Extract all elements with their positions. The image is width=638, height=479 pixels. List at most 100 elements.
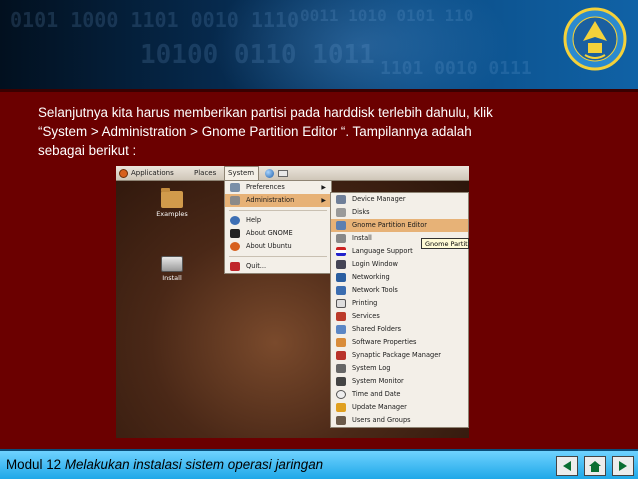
admin-item-device-manager[interactable]: Device Manager bbox=[331, 193, 468, 206]
menu-item-label: Preferences bbox=[246, 183, 285, 191]
instruction-paragraph: Selanjutnya kita harus memberikan partis… bbox=[38, 103, 598, 160]
login-window-icon bbox=[336, 260, 346, 269]
menu-item-label: Login Window bbox=[352, 260, 398, 268]
admin-item-networking[interactable]: Networking bbox=[331, 271, 468, 284]
binary-decoration: 0101 1000 1101 0010 1110 bbox=[10, 8, 299, 32]
binary-decoration: 10100 0110 1011 bbox=[140, 40, 375, 70]
admin-item-system-monitor[interactable]: System Monitor bbox=[331, 375, 468, 388]
system-monitor-icon bbox=[336, 377, 346, 386]
networking-icon bbox=[336, 273, 346, 282]
menu-item-label: About GNOME bbox=[246, 229, 293, 237]
desktop-icon-install[interactable]: Install bbox=[152, 256, 192, 282]
users-icon bbox=[336, 416, 346, 425]
menu-item-label: Gnome Partition Editor bbox=[352, 221, 427, 229]
admin-item-software-properties[interactable]: Software Properties bbox=[331, 336, 468, 349]
menu-item-label: Services bbox=[352, 312, 380, 320]
home-slide-button[interactable] bbox=[584, 456, 606, 476]
admin-item-synaptic[interactable]: Synaptic Package Manager bbox=[331, 349, 468, 362]
admin-item-services[interactable]: Services bbox=[331, 310, 468, 323]
desktop-icon-label: Install bbox=[162, 274, 182, 282]
header-banner: 0101 1000 1101 0010 1110 10100 0110 1011… bbox=[0, 0, 638, 92]
footer-bar: Modul 12 Melakukan instalasi sistem oper… bbox=[0, 449, 638, 479]
admin-item-time-and-date[interactable]: Time and Date bbox=[331, 388, 468, 401]
menu-item-label: Help bbox=[246, 216, 262, 224]
menu-item-help[interactable]: Help bbox=[225, 214, 331, 227]
menu-item-about-ubuntu[interactable]: About Ubuntu bbox=[225, 240, 331, 253]
admin-item-network-tools[interactable]: Network Tools bbox=[331, 284, 468, 297]
administration-submenu: Device Manager Disks Gnome Partition Edi… bbox=[330, 192, 469, 428]
menu-item-label: Install bbox=[352, 234, 372, 242]
gnome-icon bbox=[230, 229, 240, 238]
folder-icon bbox=[161, 188, 183, 208]
menu-item-label: Time and Date bbox=[352, 390, 401, 398]
update-manager-icon bbox=[336, 403, 346, 412]
menu-item-label: Synaptic Package Manager bbox=[352, 351, 441, 359]
ubuntu-logo-icon bbox=[119, 169, 128, 178]
previous-slide-button[interactable] bbox=[556, 456, 578, 476]
device-manager-icon bbox=[336, 195, 346, 204]
tut-wuri-handayani-logo bbox=[563, 7, 627, 71]
binary-decoration: 0011 1010 0101 110 bbox=[300, 6, 474, 25]
applications-menu[interactable]: Applications bbox=[131, 169, 174, 178]
tooltip-partition-editor: Gnome Partiti bbox=[421, 238, 469, 249]
banner-stripe bbox=[0, 89, 638, 92]
software-properties-icon bbox=[336, 338, 346, 347]
menu-item-quit[interactable]: Quit... bbox=[225, 260, 331, 273]
install-icon bbox=[336, 234, 346, 243]
menu-item-administration[interactable]: Administration ▶ bbox=[225, 194, 331, 207]
mail-icon[interactable] bbox=[278, 170, 288, 177]
arrow-left-icon bbox=[563, 461, 571, 471]
menu-item-label: About Ubuntu bbox=[246, 242, 292, 250]
disks-icon bbox=[336, 208, 346, 217]
synaptic-icon bbox=[336, 351, 346, 360]
places-menu[interactable]: Places bbox=[194, 169, 216, 178]
partition-editor-icon bbox=[336, 221, 346, 230]
desktop-icon-label: Examples bbox=[156, 210, 188, 218]
next-slide-button[interactable] bbox=[612, 456, 634, 476]
quit-icon bbox=[230, 262, 240, 271]
menu-separator bbox=[229, 256, 327, 257]
module-title: Modul 12 Melakukan instalasi sistem oper… bbox=[6, 457, 323, 472]
clock-icon bbox=[336, 390, 346, 399]
menu-item-label: Update Manager bbox=[352, 403, 407, 411]
instruction-line: “System > Administration > Gnome Partiti… bbox=[38, 124, 472, 139]
admin-item-users-and-groups[interactable]: Users and Groups bbox=[331, 414, 468, 427]
menu-item-label: Shared Folders bbox=[352, 325, 402, 333]
menu-item-label: Printing bbox=[352, 299, 378, 307]
menu-item-preferences[interactable]: Preferences ▶ bbox=[225, 181, 331, 194]
admin-item-gnome-partition-editor[interactable]: Gnome Partition Editor bbox=[331, 219, 468, 232]
menu-item-label: Network Tools bbox=[352, 286, 398, 294]
instruction-line: sebagai berikut : bbox=[38, 143, 137, 158]
menu-item-label: Users and Groups bbox=[352, 416, 411, 424]
network-tools-icon bbox=[336, 286, 346, 295]
system-dropdown-menu: Preferences ▶ Administration ▶ Help Abou… bbox=[224, 180, 332, 274]
desktop-icon-examples[interactable]: Examples bbox=[150, 188, 194, 218]
ubuntu-icon bbox=[230, 242, 240, 251]
menu-item-label: System Log bbox=[352, 364, 391, 372]
admin-item-system-log[interactable]: System Log bbox=[331, 362, 468, 375]
menu-item-label: Quit... bbox=[246, 262, 267, 270]
language-icon bbox=[336, 247, 346, 256]
binary-decoration: 1101 0010 0111 bbox=[380, 58, 532, 79]
services-icon bbox=[336, 312, 346, 321]
system-menu[interactable]: System bbox=[228, 169, 254, 178]
instruction-line: Selanjutnya kita harus memberikan partis… bbox=[38, 105, 493, 120]
module-subtitle: Melakukan instalasi sistem operasi jarin… bbox=[64, 457, 324, 472]
menu-item-label: Language Support bbox=[352, 247, 413, 255]
disk-icon bbox=[161, 256, 183, 272]
menu-item-label: Networking bbox=[352, 273, 390, 281]
menu-item-label: Device Manager bbox=[352, 195, 406, 203]
admin-item-shared-folders[interactable]: Shared Folders bbox=[331, 323, 468, 336]
menu-item-label: Administration bbox=[246, 196, 295, 204]
home-icon bbox=[589, 460, 601, 472]
admin-item-login-window[interactable]: Login Window bbox=[331, 258, 468, 271]
menu-item-label: System Monitor bbox=[352, 377, 404, 385]
menu-item-about-gnome[interactable]: About GNOME bbox=[225, 227, 331, 240]
menu-item-label: Software Properties bbox=[352, 338, 417, 346]
admin-item-printing[interactable]: Printing bbox=[331, 297, 468, 310]
menu-item-label: Disks bbox=[352, 208, 370, 216]
admin-item-update-manager[interactable]: Update Manager bbox=[331, 401, 468, 414]
admin-item-disks[interactable]: Disks bbox=[331, 206, 468, 219]
web-browser-icon[interactable] bbox=[265, 169, 274, 178]
ubuntu-desktop-screenshot: Applications Places System Examples Inst… bbox=[116, 166, 469, 438]
